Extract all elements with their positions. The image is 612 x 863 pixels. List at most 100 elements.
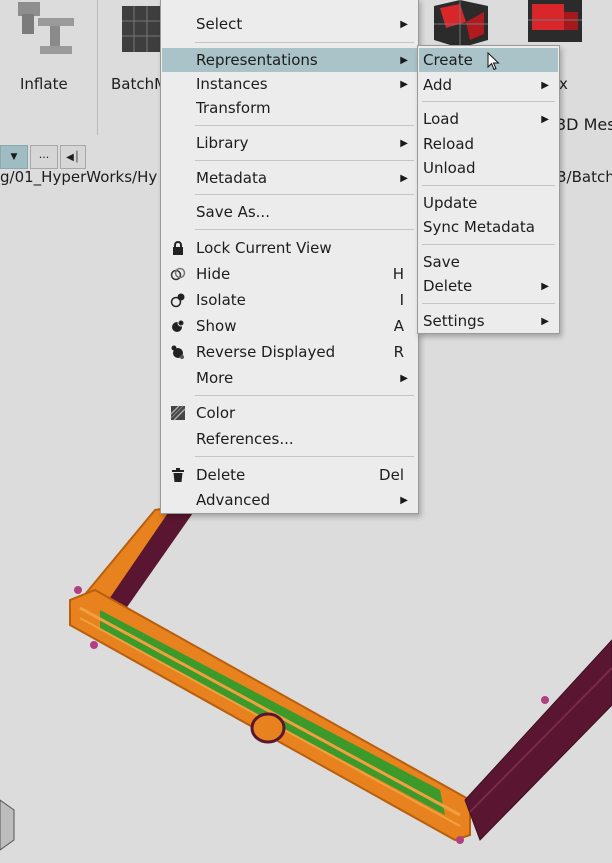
menu-item-delete[interactable]: Delete Del	[162, 463, 417, 487]
mouse-cursor-icon	[487, 52, 500, 71]
menu-separator	[195, 456, 414, 457]
view-cube-icon[interactable]	[0, 799, 15, 851]
toolbar-separator	[97, 0, 98, 135]
model-arm-right-edge	[469, 667, 612, 813]
menu-item-representations-label: Representations	[196, 51, 318, 69]
menu-item-isolate[interactable]: Isolate I	[162, 288, 417, 312]
menu-item-more[interactable]: More ▶	[162, 366, 417, 390]
hide-icon	[170, 267, 186, 281]
solid-mesh-icon	[434, 0, 488, 48]
reverse-displayed-icon	[171, 345, 184, 359]
menu-item-hide-label: Hide	[196, 265, 231, 283]
chevron-right-icon: ▶	[400, 494, 408, 506]
menu-separator	[422, 244, 555, 245]
menu-item-color-label: Color	[196, 404, 236, 422]
menu-item-reverse-displayed[interactable]: Reverse Displayed R	[162, 340, 417, 364]
submenu-item-unload[interactable]: Unload	[419, 156, 558, 180]
submenu-item-settings[interactable]: Settings ▶	[419, 309, 558, 333]
chevron-right-icon: ▶	[541, 113, 549, 125]
menu-item-isolate-label: Isolate	[196, 291, 246, 309]
dropdown-button[interactable]: ▼	[0, 145, 28, 169]
menu-item-reverse-displayed-label: Reverse Displayed	[196, 343, 336, 361]
tetra-mesh-icon	[528, 0, 582, 42]
model-node	[90, 641, 98, 649]
submenu-item-create-label: Create	[423, 51, 473, 69]
menu-item-advanced[interactable]: Advanced ▶	[162, 488, 417, 512]
submenu-item-create[interactable]: Create	[419, 48, 558, 72]
menu-item-instances[interactable]: Instances ▶	[162, 72, 417, 96]
more-button[interactable]: ···	[30, 145, 58, 169]
menu-separator	[195, 395, 414, 396]
submenu-item-add[interactable]: Add ▶	[419, 73, 558, 97]
menu-item-lock-current-view[interactable]: Lock Current View	[162, 236, 417, 260]
chevron-right-icon: ▶	[400, 172, 408, 184]
submenu-item-update-label: Update	[423, 194, 478, 212]
submenu-item-save[interactable]: Save	[419, 250, 558, 274]
menu-item-representations[interactable]: Representations ▶	[162, 48, 417, 72]
menu-item-hide[interactable]: Hide H	[162, 262, 417, 286]
chevron-right-icon: ▶	[400, 78, 408, 90]
submenu-item-delete[interactable]: Delete ▶	[419, 274, 558, 298]
ellipsis-icon: ···	[38, 150, 50, 164]
submenu-item-update[interactable]: Update	[419, 191, 558, 215]
menu-item-show[interactable]: Show A	[162, 314, 417, 338]
submenu-item-load-label: Load	[423, 110, 459, 128]
submenu-item-delete-label: Delete	[423, 277, 473, 295]
menu-item-instances-label: Instances	[196, 75, 268, 93]
model-beam-joint	[250, 712, 286, 744]
model-node	[456, 836, 464, 844]
isolate-icon	[170, 293, 185, 308]
menu-separator	[422, 303, 555, 304]
menu-item-transform-label: Transform	[196, 99, 271, 117]
submenu-item-add-label: Add	[423, 76, 453, 94]
skip-back-icon: ◀│	[66, 151, 80, 163]
menu-item-references[interactable]: References...	[162, 427, 417, 451]
menu-item-delete-shortcut: Del	[379, 466, 404, 484]
model-arm-right	[464, 639, 612, 841]
menu-item-library[interactable]: Library ▶	[162, 131, 417, 155]
color-icon	[170, 405, 186, 421]
path-left: g/01_HyperWorks/Hy	[0, 168, 158, 186]
browser-toolbar: ▼ ··· ◀│	[0, 145, 86, 169]
menu-item-show-shortcut: A	[393, 317, 404, 335]
menu-separator	[195, 229, 414, 230]
chevron-down-icon: ▼	[10, 152, 18, 162]
submenu-item-reload-label: Reload	[423, 135, 475, 153]
batchmesh-label: BatchM	[111, 75, 168, 93]
trash-icon	[172, 468, 184, 482]
menu-item-save-as[interactable]: Save As...	[162, 200, 417, 224]
context-menu: Select ▶ Representations ▶ Instances ▶ T…	[160, 0, 419, 514]
submenu-item-settings-label: Settings	[423, 312, 485, 330]
menu-item-more-label: More	[196, 369, 234, 387]
menu-item-metadata-label: Metadata	[196, 169, 268, 187]
menu-item-select[interactable]: Select ▶	[162, 12, 417, 36]
submenu-item-reload[interactable]: Reload	[419, 132, 558, 156]
chevron-right-icon: ▶	[400, 18, 408, 30]
menu-separator	[422, 101, 555, 102]
path-right: 3/Batch	[557, 168, 612, 186]
menu-item-color[interactable]: Color	[162, 401, 417, 425]
menu-item-advanced-label: Advanced	[196, 491, 271, 509]
first-button[interactable]: ◀│	[60, 145, 86, 169]
submenu-item-unload-label: Unload	[423, 159, 476, 177]
menu-item-isolate-shortcut: I	[399, 291, 404, 309]
menu-separator	[195, 160, 414, 161]
inflate-label: Inflate	[20, 75, 68, 93]
submenu-item-save-label: Save	[423, 253, 460, 271]
menu-item-metadata[interactable]: Metadata ▶	[162, 166, 417, 190]
menu-separator	[195, 125, 414, 126]
show-icon	[172, 319, 185, 332]
representations-submenu: Create Add ▶ Load ▶ Reload Unload Update…	[417, 45, 560, 334]
chevron-right-icon: ▶	[541, 280, 549, 292]
chevron-right-icon: ▶	[541, 79, 549, 91]
model-node	[74, 586, 82, 594]
submenu-item-sync-metadata[interactable]: Sync Metadata	[419, 215, 558, 239]
submenu-item-load[interactable]: Load ▶	[419, 107, 558, 131]
menu-separator	[422, 185, 555, 186]
chevron-right-icon: ▶	[400, 372, 408, 384]
model-node	[541, 696, 549, 704]
menu-item-delete-label: Delete	[196, 466, 246, 484]
menu-item-select-label: Select	[196, 15, 243, 33]
menu-item-transform[interactable]: Transform	[162, 96, 417, 120]
menu-item-show-label: Show	[196, 317, 237, 335]
